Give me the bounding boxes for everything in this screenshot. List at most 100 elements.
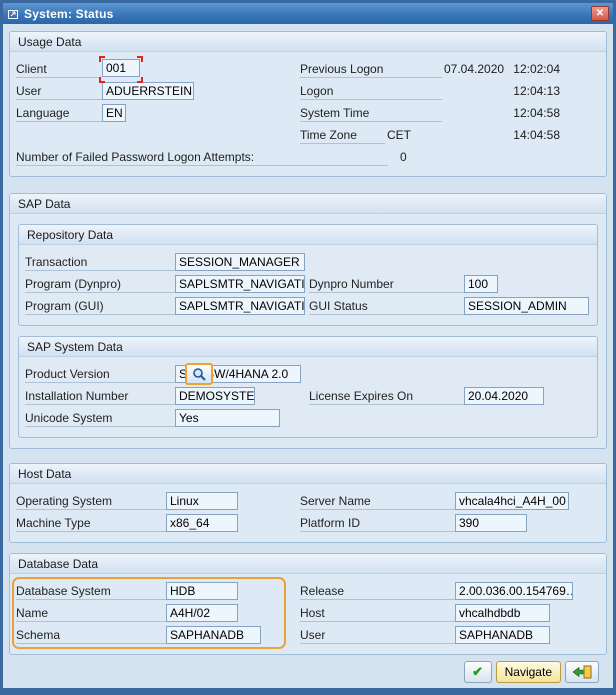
host-data-section: Host Data Operating System Linux Server …	[9, 463, 607, 543]
schema-field[interactable]: SAPHANADB	[166, 626, 261, 644]
continue-button[interactable]: ✔	[464, 661, 492, 683]
operating-system-label: Operating System	[16, 493, 166, 510]
sap-system-data-title: SAP System Data	[19, 337, 597, 357]
db-row-schema: Schema SAPHANADB User SAPHANADB	[16, 624, 600, 646]
system-time-label: System Time	[300, 105, 442, 122]
navigate-button[interactable]: Navigate	[496, 661, 561, 683]
product-version-label: Product Version	[25, 366, 175, 383]
cursor-focus-marks: 001	[102, 59, 140, 80]
language-label: Language	[16, 105, 102, 122]
navigate-button-label: Navigate	[505, 665, 552, 679]
host-row-machine: Machine Type x86_64 Platform ID 390	[16, 512, 600, 534]
window-bottom-frame	[3, 688, 613, 692]
titlebar: System: Status ✕	[3, 3, 613, 24]
logon-label: Logon	[300, 83, 442, 100]
sap-system-data-section: SAP System Data Product Version SAP BW/4…	[18, 336, 598, 438]
check-icon: ✔	[472, 664, 483, 680]
usage-row-timezone: Time Zone CET 14:04:58	[16, 124, 600, 146]
client-label: Client	[16, 61, 102, 78]
platform-id-label: Platform ID	[300, 515, 455, 532]
program-gui-label: Program (GUI)	[25, 298, 175, 315]
exit-door-icon	[572, 665, 592, 679]
failed-attempts-label: Number of Failed Password Logon Attempts…	[16, 149, 388, 166]
usage-data-section: Usage Data Client 001 Previous Logon 07.…	[9, 31, 607, 177]
schema-label: Schema	[16, 627, 166, 644]
program-dynpro-field[interactable]: SAPLSMTR_NAVIGATI…	[175, 275, 305, 293]
sap-data-title: SAP Data	[10, 194, 606, 214]
time-zone-value: CET	[385, 128, 506, 142]
machine-type-field[interactable]: x86_64	[166, 514, 238, 532]
product-details-button[interactable]	[185, 363, 213, 385]
unicode-system-field[interactable]: Yes	[175, 409, 280, 427]
usage-row-client: Client 001 Previous Logon 07.04.2020 12:…	[16, 58, 600, 80]
db-user-label: User	[300, 627, 455, 644]
license-expires-field[interactable]: 20.04.2020	[464, 387, 544, 405]
window-title: System: Status	[24, 7, 586, 21]
dialog-icon	[7, 8, 19, 20]
operating-system-field[interactable]: Linux	[166, 492, 238, 510]
exit-button[interactable]	[565, 661, 599, 683]
license-expires-label: License Expires On	[309, 388, 464, 405]
installation-number-field[interactable]: DEMOSYSTEM	[175, 387, 255, 405]
db-user-field[interactable]: SAPHANADB	[455, 626, 550, 644]
program-dynpro-label: Program (Dynpro)	[25, 276, 175, 293]
db-name-label: Name	[16, 605, 166, 622]
magnifier-icon	[192, 367, 207, 382]
time-zone-time: 14:04:58	[506, 128, 562, 142]
repo-row-program-dynpro: Program (Dynpro) SAPLSMTR_NAVIGATI… Dynp…	[25, 273, 591, 295]
gui-status-label: GUI Status	[309, 298, 464, 315]
release-label: Release	[300, 583, 455, 600]
host-data-title: Host Data	[10, 464, 606, 484]
usage-row-failed-attempts: Number of Failed Password Logon Attempts…	[16, 146, 600, 168]
previous-logon-label: Previous Logon	[300, 61, 442, 78]
gui-status-field[interactable]: SESSION_ADMIN	[464, 297, 589, 315]
unicode-system-label: Unicode System	[25, 410, 175, 427]
db-host-field[interactable]: vhcalhdbdb	[455, 604, 550, 622]
installation-number-label: Installation Number	[25, 388, 175, 405]
database-data-section: Database Data Database System HDB Releas…	[9, 553, 607, 655]
user-field[interactable]: ADUERRSTEIN	[102, 82, 194, 100]
close-button[interactable]: ✕	[591, 6, 609, 21]
transaction-label: Transaction	[25, 254, 175, 271]
db-row-name: Name A4H/02 Host vhcalhdbdb	[16, 602, 600, 624]
previous-logon-time: 12:02:04	[506, 62, 562, 76]
machine-type-label: Machine Type	[16, 515, 166, 532]
failed-attempts-value: 0	[398, 150, 409, 164]
repo-row-program-gui: Program (GUI) SAPLSMTR_NAVIGATI… GUI Sta…	[25, 295, 591, 317]
server-name-field[interactable]: vhcala4hci_A4H_00	[455, 492, 569, 510]
time-zone-label: Time Zone	[300, 127, 385, 144]
system-row-unicode: Unicode System Yes	[25, 407, 591, 429]
repository-data-section: Repository Data Transaction SESSION_MANA…	[18, 224, 598, 326]
database-system-label: Database System	[16, 583, 166, 600]
database-system-field[interactable]: HDB	[166, 582, 238, 600]
usage-row-language: Language EN System Time 12:04:58	[16, 102, 600, 124]
language-field[interactable]: EN	[102, 104, 126, 122]
db-row-system: Database System HDB Release 2.00.036.00.…	[16, 580, 600, 602]
usage-row-user: User ADUERRSTEIN Logon 12:04:13	[16, 80, 600, 102]
footer-toolbar: ✔ Navigate	[9, 657, 607, 688]
server-name-label: Server Name	[300, 493, 455, 510]
client-field[interactable]: 001	[102, 59, 140, 77]
database-data-title: Database Data	[10, 554, 606, 574]
system-row-product-version: Product Version SAP BW/4HANA 2.0	[25, 363, 591, 385]
logon-time: 12:04:13	[506, 84, 562, 98]
dynpro-number-label: Dynpro Number	[309, 276, 464, 293]
transaction-field[interactable]: SESSION_MANAGER	[175, 253, 305, 271]
repo-row-transaction: Transaction SESSION_MANAGER	[25, 251, 591, 273]
system-row-installation: Installation Number DEMOSYSTEM License E…	[25, 385, 591, 407]
host-row-os: Operating System Linux Server Name vhcal…	[16, 490, 600, 512]
platform-id-field[interactable]: 390	[455, 514, 527, 532]
db-host-label: Host	[300, 605, 455, 622]
dynpro-number-field[interactable]: 100	[464, 275, 498, 293]
dialog-body: Usage Data Client 001 Previous Logon 07.…	[3, 24, 613, 688]
db-name-field[interactable]: A4H/02	[166, 604, 238, 622]
program-gui-field[interactable]: SAPLSMTR_NAVIGATI…	[175, 297, 305, 315]
repository-data-title: Repository Data	[19, 225, 597, 245]
system-time-value: 12:04:58	[506, 106, 562, 120]
usage-data-title: Usage Data	[10, 32, 606, 52]
system-status-window: System: Status ✕ Usage Data Client 001 P…	[0, 0, 616, 695]
release-field[interactable]: 2.00.036.00.154769…	[455, 582, 573, 600]
sap-data-section: SAP Data Repository Data Transaction SES…	[9, 193, 607, 449]
previous-logon-date: 07.04.2020	[442, 62, 506, 76]
user-label: User	[16, 83, 102, 100]
